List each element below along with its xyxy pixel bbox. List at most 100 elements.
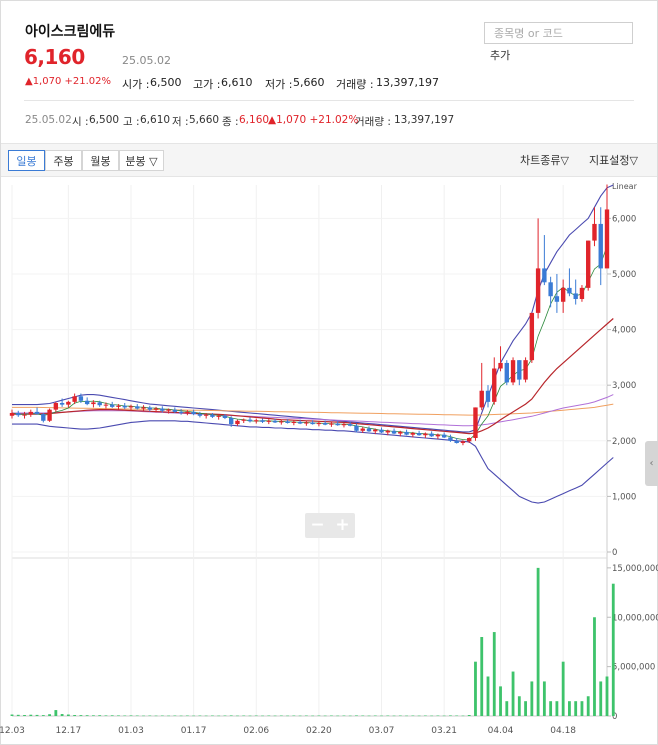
candle-down: [222, 415, 228, 418]
candle-down: [573, 293, 578, 299]
volume-bar: [142, 715, 145, 717]
y-tick-label: 3,000: [612, 381, 636, 391]
candle-down: [16, 412, 21, 416]
candle-up: [492, 368, 497, 402]
candle-down: [247, 419, 253, 422]
candle-down: [391, 430, 397, 434]
candle-down: [485, 390, 491, 402]
x-tick-label: 02.06: [243, 726, 269, 736]
candle-down: [147, 407, 152, 410]
volume-bar: [73, 715, 77, 716]
volume-bar: [480, 637, 484, 716]
candle-down: [78, 396, 84, 401]
candle-up: [479, 390, 484, 408]
volume-bar: [361, 715, 365, 717]
volume-bar: [411, 715, 415, 717]
volume-bar: [286, 715, 289, 717]
candle-down: [567, 287, 572, 294]
y-tick-label: 4,000: [612, 326, 636, 336]
volume-tick-label: 10,000,000: [612, 613, 658, 623]
volume-tick-label: 15,000,000: [612, 564, 658, 574]
volume-bar: [348, 715, 352, 717]
volume-bar: [54, 710, 58, 716]
candle-up: [185, 411, 190, 413]
candle-up: [329, 423, 334, 425]
volume-bar: [455, 715, 459, 717]
candle-up: [141, 407, 146, 409]
candle-up: [467, 438, 472, 442]
volume-bar: [148, 715, 152, 717]
candle-down: [260, 420, 265, 422]
candle-down: [322, 422, 328, 425]
volume-bar: [66, 714, 70, 716]
candle-down: [172, 409, 178, 412]
candle-up: [116, 405, 121, 407]
zoom-control: − +: [305, 513, 355, 538]
volume-bar: [292, 715, 296, 717]
volume-bar: [173, 715, 177, 717]
candle-up: [9, 412, 15, 416]
candle-down: [429, 433, 434, 437]
zoom-in-button[interactable]: +: [330, 513, 355, 538]
volume-bar: [355, 715, 358, 716]
candle-up: [510, 360, 516, 383]
x-tick-label: 03.07: [369, 726, 395, 736]
candle-down: [598, 223, 603, 269]
candle-down: [416, 433, 422, 436]
candle-down: [310, 422, 315, 425]
candle-up: [579, 287, 585, 299]
volume-bar: [217, 715, 221, 717]
candle-down: [135, 406, 140, 409]
candle-up: [66, 401, 71, 405]
volume-bar: [542, 681, 546, 716]
volume-bar: [386, 715, 390, 717]
side-panel-toggle[interactable]: ‹: [645, 441, 658, 486]
candle-down: [348, 424, 353, 426]
candle-down: [41, 414, 46, 421]
candle-up: [254, 420, 259, 422]
y-tick-label: 1,000: [612, 492, 636, 502]
volume-bar: [223, 715, 227, 717]
candle-up: [279, 421, 284, 423]
volume-bar: [117, 715, 120, 716]
volume-bar: [261, 715, 264, 717]
volume-bar: [405, 715, 408, 717]
volume-bar: [267, 715, 271, 717]
x-tick-label: 04.04: [488, 726, 514, 736]
candle-down: [454, 440, 459, 444]
candle-down: [34, 411, 40, 415]
candle-up: [28, 411, 33, 415]
candle-up: [360, 428, 365, 431]
volume-bar: [511, 671, 515, 716]
volume-bar: [92, 715, 95, 716]
candle-down: [210, 414, 215, 417]
volume-bar: [467, 715, 471, 716]
candle-down: [191, 411, 196, 415]
volume-bar: [79, 715, 83, 716]
volume-bar: [48, 714, 51, 716]
candle-up: [304, 422, 309, 424]
candlestick-chart: 12.03 12.17 01.03 01.17 02.06 02.20 03.07 03.21…: [0, 182, 658, 736]
candle-down: [366, 428, 372, 432]
candle-up: [241, 419, 246, 421]
candle-up: [316, 422, 322, 425]
x-tick-label: 01.03: [118, 726, 144, 736]
volume-bar: [98, 715, 102, 716]
candle-down: [178, 411, 184, 413]
volume-bar: [254, 715, 258, 717]
candle-up: [216, 415, 221, 417]
candle-up: [523, 360, 528, 380]
zoom-out-button[interactable]: −: [305, 513, 330, 538]
candle-down: [110, 404, 115, 407]
candle-down: [542, 268, 547, 283]
volume-bar: [593, 617, 596, 716]
volume-bar: [486, 676, 490, 716]
candle-up: [560, 287, 566, 302]
volume-bar: [154, 715, 158, 717]
x-tick-label: 12.03: [0, 726, 25, 736]
volume-bar: [517, 696, 521, 716]
candle-up: [373, 429, 378, 432]
volume-bar: [110, 715, 114, 716]
volume-bar: [135, 715, 139, 717]
volume-bar: [10, 714, 14, 716]
